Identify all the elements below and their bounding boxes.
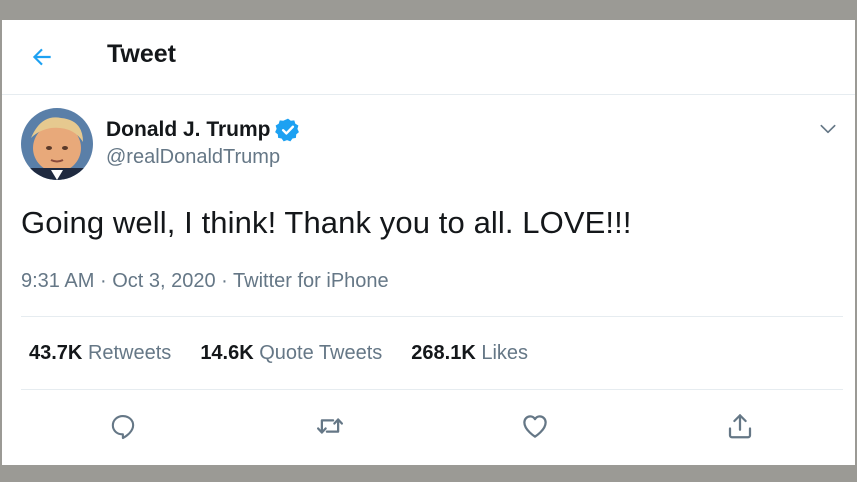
chevron-down-icon xyxy=(820,124,836,134)
reply-button[interactable] xyxy=(105,408,141,444)
tweet-source[interactable]: Twitter for iPhone xyxy=(233,270,389,292)
likes-stat[interactable]: 268.1K Likes xyxy=(411,342,528,365)
quote-tweets-stat[interactable]: 14.6K Quote Tweets xyxy=(200,342,382,365)
user-name[interactable]: Donald J. Trump xyxy=(106,118,271,142)
tweet-stats: 43.7K Retweets 14.6K Quote Tweets 268.1K… xyxy=(29,342,528,365)
divider xyxy=(21,316,843,317)
likes-count: 268.1K xyxy=(411,342,476,364)
avatar-image xyxy=(21,108,93,180)
meta-separator: · xyxy=(99,270,107,292)
likes-label: Likes xyxy=(481,342,529,364)
tweet-meta: 9:31 AM · Oct 3, 2020 · Twitter for iPho… xyxy=(21,270,389,293)
verified-badge-icon xyxy=(274,118,299,142)
like-button[interactable] xyxy=(517,408,553,444)
user-name-row[interactable]: Donald J. Trump xyxy=(106,117,301,143)
retweet-button[interactable] xyxy=(312,408,348,444)
header-bar: Tweet xyxy=(2,20,855,95)
tweet-text: Going well, I think! Thank you to all. L… xyxy=(21,205,632,240)
retweet-icon xyxy=(317,418,343,434)
action-bar xyxy=(2,404,855,448)
user-handle[interactable]: @realDonaldTrump xyxy=(106,146,280,169)
reply-icon xyxy=(111,415,135,440)
share-button[interactable] xyxy=(722,408,758,444)
tweet-panel: Tweet Donald J. Trump @realDonaldTrump G… xyxy=(2,20,855,465)
like-icon xyxy=(523,415,547,438)
meta-separator: · xyxy=(221,270,228,292)
page-title: Tweet xyxy=(107,40,176,68)
tweet-time[interactable]: 9:31 AM xyxy=(21,270,94,292)
more-options-button[interactable] xyxy=(813,114,843,144)
tweet-date[interactable]: Oct 3, 2020 xyxy=(112,270,215,292)
retweets-label: Retweets xyxy=(87,342,172,364)
divider xyxy=(21,389,843,390)
quote-tweets-label: Quote Tweets xyxy=(259,342,383,364)
share-icon xyxy=(728,414,752,439)
retweets-count: 43.7K xyxy=(29,342,83,364)
quote-tweets-count: 14.6K xyxy=(200,342,254,364)
retweets-stat[interactable]: 43.7K Retweets xyxy=(29,342,171,365)
avatar[interactable] xyxy=(21,108,93,180)
back-button[interactable] xyxy=(26,41,58,73)
arrow-left-icon xyxy=(32,48,51,66)
